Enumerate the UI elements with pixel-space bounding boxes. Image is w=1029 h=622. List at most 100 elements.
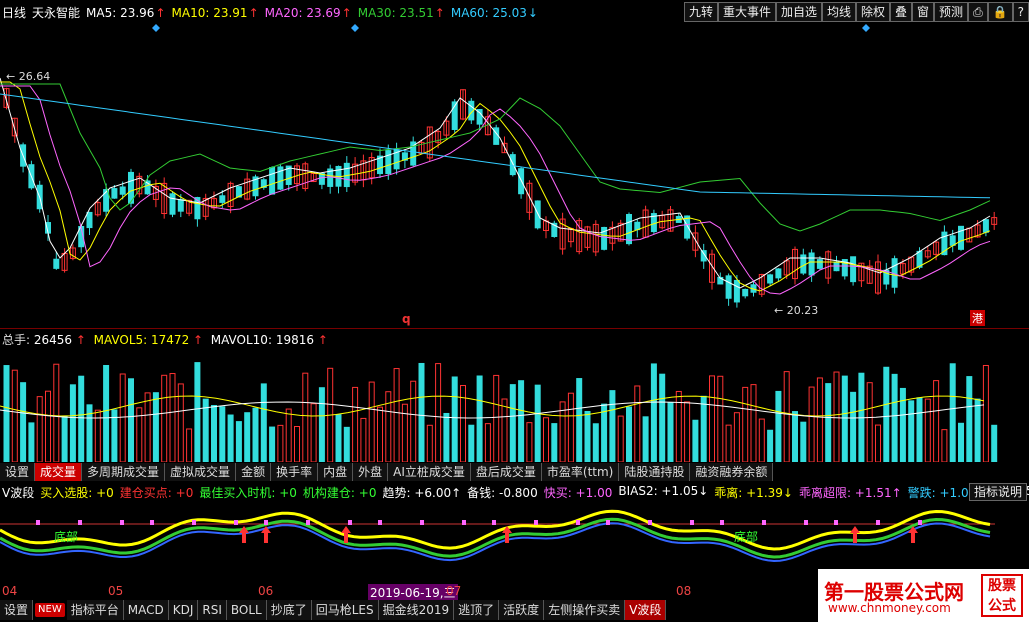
indicator-tab-11[interactable]: 活跃度 <box>499 600 545 620</box>
volume-bar <box>269 426 276 462</box>
wave-dot <box>78 520 82 525</box>
volume-bar <box>667 402 674 462</box>
volume-bar <box>186 428 193 462</box>
tab-7[interactable]: 外盘 <box>353 463 389 481</box>
volume-bar <box>875 424 881 462</box>
indicator-tab-9[interactable]: 掘金线2019 <box>378 600 455 620</box>
volume-bar <box>775 390 782 462</box>
date-label-4: 07 <box>446 584 462 598</box>
volume-bar <box>899 387 906 462</box>
tab-6[interactable]: 内盘 <box>318 463 354 481</box>
indicator-tab-8[interactable]: 回马枪LES <box>311 600 379 620</box>
candle-body <box>269 167 276 195</box>
period-label[interactable]: 日线 <box>2 4 26 21</box>
volume-bar <box>285 408 292 462</box>
indicator-tab-7[interactable]: 抄底了 <box>266 600 312 620</box>
ma-value-0: MA5: 23.96 <box>86 5 155 20</box>
wave-dot <box>150 520 154 525</box>
volume-bar <box>891 373 898 462</box>
indicator-tab-13[interactable]: V波段 <box>625 600 667 620</box>
tab-11[interactable]: 陆股通持股 <box>619 463 691 481</box>
candle-body <box>177 199 184 212</box>
volume-bar <box>841 375 848 462</box>
volume-bar <box>152 392 159 462</box>
ma-info: 日线 天永智能 MA5: 23.96↑ MA10: 23.91↑ MA20: 23.… <box>2 4 550 21</box>
indicator-tab-12[interactable]: 左侧操作买卖 <box>544 600 626 620</box>
volume-bar <box>45 390 51 462</box>
indicator-tab-5[interactable]: RSI <box>198 600 227 620</box>
toolbar-button-4[interactable]: 除权 <box>856 2 891 22</box>
toolbar-button-1[interactable]: 重大事件 <box>717 2 776 22</box>
volume-chart[interactable] <box>0 344 1000 462</box>
volume-bar <box>460 385 466 462</box>
toolbar-button-5[interactable]: 叠 <box>890 2 913 22</box>
candle-body <box>385 150 392 175</box>
volume-bar <box>177 383 184 462</box>
tab-10[interactable]: 市盈率(ttm) <box>541 463 620 481</box>
tab-12[interactable]: 融资融券余额 <box>690 463 774 481</box>
tab-3[interactable]: 虚拟成交量 <box>165 463 237 481</box>
indicator-tab-4[interactable]: KDJ <box>168 600 199 620</box>
toolbar-button-8[interactable]: ⎙ <box>968 2 988 22</box>
toolbar-buttons: 九转 重大事件 加自选 均线 除权叠窗预测 ⎙ 🔒? <box>683 2 1029 22</box>
tab-1[interactable]: 成交量 <box>35 463 83 481</box>
toolbar-button-7[interactable]: 预测 <box>934 2 969 22</box>
wave-dot <box>264 520 268 525</box>
volume-bar <box>119 373 126 462</box>
candle-body <box>958 225 964 250</box>
tab-8[interactable]: AI立桩成交量 <box>388 463 471 481</box>
candle-body <box>850 256 857 283</box>
tab-0[interactable]: 设置 <box>0 463 36 481</box>
candle-body <box>816 259 823 269</box>
volume-bar <box>161 374 168 462</box>
indicator-tabs: 设置 NEW 指标平台 MACD KDJ RSI BOLL 抄底了 回马枪LES 掘金线2019 逃… <box>0 599 667 621</box>
indicator-value-9: 乖离: +1.39↓ <box>714 486 793 500</box>
volume-bar <box>634 385 641 462</box>
volume-bar <box>318 387 325 462</box>
wave-dot <box>648 520 652 525</box>
toolbar-button-6[interactable]: 窗 <box>912 2 935 22</box>
volume-bar <box>709 375 715 462</box>
marker-diamond <box>862 24 870 32</box>
candle-body <box>767 274 774 284</box>
marker-q: q <box>402 312 411 326</box>
volume-bar <box>941 429 948 462</box>
volume-bar <box>144 392 151 462</box>
toolbar-button-9[interactable]: 🔒 <box>987 2 1013 22</box>
indicator-help-button[interactable]: 指标说明 <box>968 483 1027 501</box>
indicator-tab-2[interactable]: 指标平台 <box>66 600 124 620</box>
toolbar-button-3[interactable]: 均线 <box>821 2 856 22</box>
ma-arrow-3: ↑ <box>434 5 445 20</box>
tab-5[interactable]: 换手率 <box>271 463 319 481</box>
volume-bar <box>684 401 691 462</box>
wave-dot <box>606 520 610 525</box>
volume-bar <box>368 381 375 462</box>
tab-9[interactable]: 盘后成交量 <box>470 463 542 481</box>
toolbar-button-0[interactable]: 九转 <box>683 2 718 22</box>
indicator-tab-0[interactable]: 设置 <box>0 600 34 620</box>
tab-4[interactable]: 金额 <box>236 463 272 481</box>
ma-value-3: MA30: 23.51 <box>357 5 434 20</box>
price-chart[interactable] <box>0 24 1000 330</box>
volume-bar <box>742 386 749 462</box>
toolbar-button-2[interactable]: 加自选 <box>775 2 822 22</box>
candle-body <box>634 221 641 231</box>
indicator-tab-10[interactable]: 逃顶了 <box>454 600 500 620</box>
wave-dot <box>804 520 808 525</box>
volume-bar <box>260 383 267 462</box>
ma-arrow-4: ↓ <box>527 5 538 20</box>
volume-bar <box>410 380 417 462</box>
indicator-tab-6[interactable]: BOLL <box>226 600 267 620</box>
indicator-tab-1[interactable]: NEW <box>35 603 65 617</box>
volume-bar <box>800 421 807 462</box>
wave-dot <box>462 520 466 525</box>
volume-bar <box>991 424 998 462</box>
toolbar-button-10[interactable]: ? <box>1012 2 1029 22</box>
volume-bar <box>377 406 383 462</box>
volume-bar <box>783 371 790 462</box>
tab-2[interactable]: 多周期成交量 <box>82 463 166 481</box>
volume-bar <box>725 424 732 462</box>
wave-dot <box>492 520 496 525</box>
candle-body <box>684 215 691 239</box>
indicator-tab-3[interactable]: MACD <box>123 600 169 620</box>
